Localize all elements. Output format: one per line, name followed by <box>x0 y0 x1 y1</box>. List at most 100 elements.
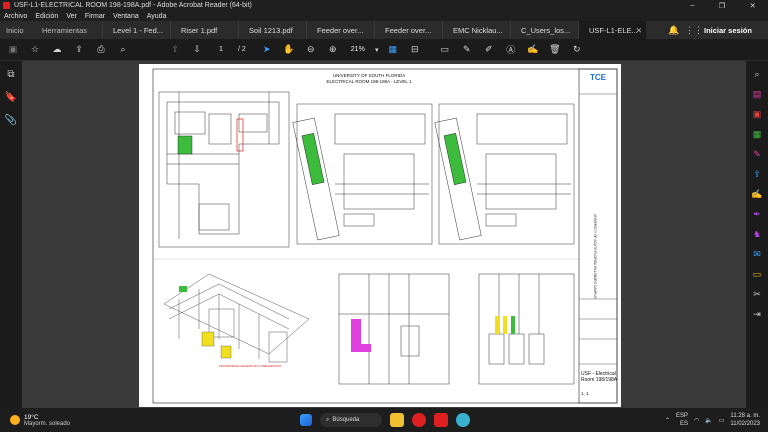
protect-icon[interactable]: ♞ <box>750 227 764 241</box>
sun-icon <box>10 415 20 425</box>
wifi-icon[interactable]: ◠ <box>694 417 699 424</box>
edge-icon[interactable] <box>456 413 470 427</box>
upload-cloud-icon[interactable]: ☁ <box>46 41 68 59</box>
weather-widget[interactable]: 19°C Mayorm. soleado <box>0 414 110 427</box>
page-number-input[interactable]: 1 <box>208 44 234 56</box>
green-conduit <box>511 316 515 334</box>
pdf-page[interactable]: UNIVERSITY OF SOUTH FLORIDA ELECTRICAL R… <box>139 64 621 407</box>
zoom-out-icon[interactable]: ⊖ <box>300 41 322 59</box>
doc-tab[interactable]: Riser 1.pdf <box>170 21 238 39</box>
opera-icon[interactable] <box>412 413 426 427</box>
app-icon <box>3 2 10 9</box>
create-pdf-icon[interactable]: ▤ <box>750 87 764 101</box>
send-icon[interactable]: ✉ <box>750 247 764 261</box>
doc-tab[interactable]: Feeder over... <box>306 21 374 39</box>
fit-page-icon[interactable]: ▦ <box>382 41 404 59</box>
delete-icon[interactable]: 🗑 <box>544 41 566 59</box>
menu-ver[interactable]: Ver <box>62 13 81 20</box>
windows-start-icon[interactable] <box>300 414 312 426</box>
weather-text: Mayorm. soleado <box>24 420 71 427</box>
highlight-pen-icon[interactable]: ✎ <box>456 41 478 59</box>
document-viewer[interactable]: UNIVERSITY OF SOUTH FLORIDA ELECTRICAL R… <box>22 61 746 408</box>
right-tools-panel: ⌕ ▤ ▣ ▦ ✎ ⇪ ✍ ✒ ♞ ✉ ▭ ✂ ⇥ <box>746 61 768 408</box>
zoom-level-input[interactable]: 21% <box>344 44 372 56</box>
organize-pages-icon[interactable]: ▦ <box>750 127 764 141</box>
zoom-search-icon[interactable]: ⌕ <box>750 67 764 81</box>
text-edit-icon[interactable]: Ⓐ <box>500 41 522 59</box>
green-panel-2 <box>443 133 467 185</box>
scroll-mode-icon[interactable]: ⊟ <box>404 41 426 59</box>
chevron-up-icon[interactable]: ⌃ <box>665 417 670 424</box>
draw-icon[interactable]: ✐ <box>478 41 500 59</box>
maximize-button[interactable]: ❐ <box>719 2 725 10</box>
yellow-conduit-2 <box>503 316 507 334</box>
zoom-in-icon[interactable]: ⊕ <box>322 41 344 59</box>
system-tray: ⌃ ESP ES ◠ 🔈 ▭ 11:28 a. m. 11/02/2023 <box>665 408 760 432</box>
red-markup <box>236 118 244 152</box>
acrobat-icon[interactable] <box>434 413 448 427</box>
windows-taskbar: 19°C Mayorm. soleado ⌕ Búsqueda ⌃ ESP ES… <box>0 408 768 432</box>
doc-tab[interactable]: Feeder over... <box>374 21 442 39</box>
save-icon[interactable]: ▣ <box>2 41 24 59</box>
language-indicator[interactable]: ESP ES <box>676 412 688 428</box>
close-window-button[interactable]: ✕ <box>750 2 756 10</box>
doc-tab-label: EMC Nicklau... <box>453 25 503 35</box>
menu-firmar[interactable]: Firmar <box>81 13 109 20</box>
attachments-icon[interactable]: 📎 <box>5 115 17 126</box>
rotate-icon[interactable]: ↻ <box>566 41 588 59</box>
title-bar: USF-L1-ELECTRICAL ROOM 198-198A.pdf - Ad… <box>0 0 768 11</box>
tab-bar: Inicio Herramientas Level 1 - Fed... Ris… <box>0 21 768 39</box>
plan-view-1 <box>158 91 290 248</box>
export-pdf-icon[interactable]: ⇪ <box>750 167 764 181</box>
doc-tab-active[interactable]: USF-L1-ELE... ✕ <box>578 21 646 39</box>
language-code: ESP <box>675 413 688 419</box>
request-signature-icon[interactable]: ✍ <box>750 187 764 201</box>
doc-tab[interactable]: Soil 1213.pdf <box>238 21 306 39</box>
doc-tab[interactable]: Level 1 - Fed... <box>102 21 170 39</box>
previous-page-icon[interactable]: ⇧ <box>164 41 186 59</box>
sheet-number: 1, 1 <box>581 391 589 396</box>
sign-icon[interactable]: ✍ <box>522 41 544 59</box>
apps-grid-icon[interactable]: ⋮⋮ <box>684 21 704 39</box>
volume-icon[interactable]: 🔈 <box>705 417 712 424</box>
clock[interactable]: 11:28 a. m. 11/02/2023 <box>730 412 760 428</box>
yellow-conduit <box>495 316 499 334</box>
tab-tools[interactable]: Herramientas <box>36 21 102 39</box>
page-thumbnails-icon[interactable]: ⧉ <box>7 69 14 80</box>
print-icon[interactable]: ⎙ <box>90 41 112 59</box>
taskbar-search[interactable]: ⌕ Búsqueda <box>320 413 382 427</box>
comment-icon[interactable]: ▭ <box>434 41 456 59</box>
menu-bar: Archivo Edición Ver Firmar Ventana Ayuda <box>0 11 768 21</box>
tools-icon[interactable]: ✂ <box>750 287 764 301</box>
comment-panel-icon[interactable]: ▭ <box>750 267 764 281</box>
doc-tab[interactable]: C_Users_los... <box>510 21 578 39</box>
close-tab-icon[interactable]: ✕ <box>636 26 642 35</box>
chevron-down-icon[interactable]: ▾ <box>372 41 382 59</box>
sign-in-button[interactable]: Iniciar sesión <box>704 21 768 39</box>
combine-files-icon[interactable]: ▣ <box>750 107 764 121</box>
menu-ayuda[interactable]: Ayuda <box>143 13 171 20</box>
iso-green <box>179 286 187 292</box>
bookmark-star-icon[interactable]: ☆ <box>24 41 46 59</box>
minimize-button[interactable]: – <box>690 2 694 10</box>
notifications-icon[interactable]: 🔔 <box>664 21 684 39</box>
menu-archivo[interactable]: Archivo <box>0 13 31 20</box>
select-cursor-icon[interactable]: ➤ <box>256 41 278 59</box>
battery-icon[interactable]: ▭ <box>719 417 725 424</box>
bookmarks-icon[interactable]: 🔖 <box>5 92 17 103</box>
share-icon[interactable]: ⇪ <box>68 41 90 59</box>
menu-ventana[interactable]: Ventana <box>109 13 143 20</box>
doc-tab[interactable]: EMC Nicklau... <box>442 21 510 39</box>
file-explorer-icon[interactable] <box>390 413 404 427</box>
tab-home[interactable]: Inicio <box>0 21 36 39</box>
more-tools-icon[interactable]: ⇥ <box>750 307 764 321</box>
search-icon[interactable]: ⌕ <box>112 41 134 59</box>
edit-pdf-icon[interactable]: ✎ <box>750 147 764 161</box>
doc-tab-label: Riser 1.pdf <box>181 25 218 35</box>
temperature: 19°C <box>24 413 39 421</box>
menu-edicion[interactable]: Edición <box>31 13 62 20</box>
drawing-title-1: UNIVERSITY OF SOUTH FLORIDA <box>333 73 405 78</box>
hand-tool-icon[interactable]: ✋ <box>278 41 300 59</box>
next-page-icon[interactable]: ⇩ <box>186 41 208 59</box>
fill-sign-icon[interactable]: ✒ <box>750 207 764 221</box>
